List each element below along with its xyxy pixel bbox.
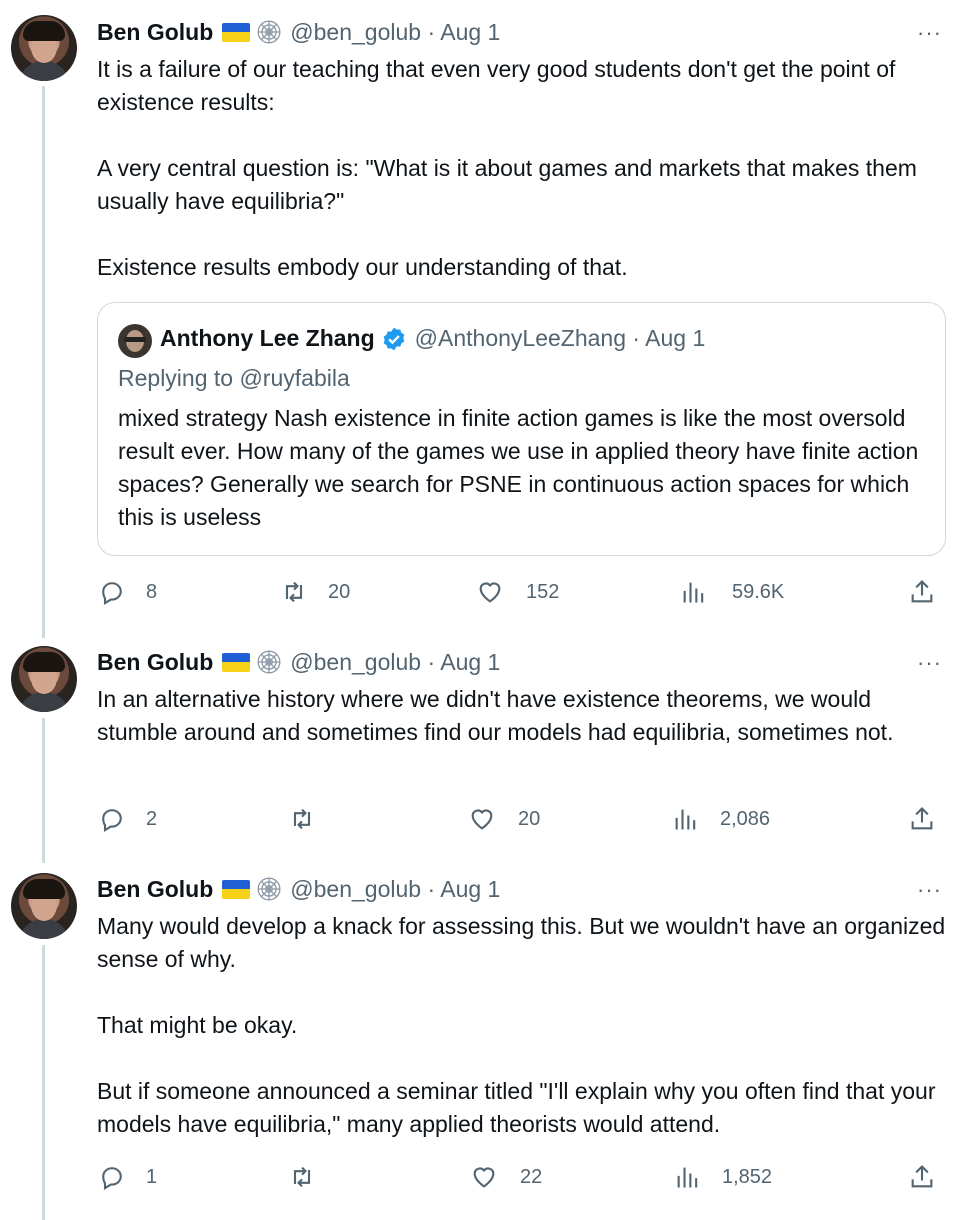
like-count: 152 [526, 580, 560, 603]
like-button[interactable]: 152 [476, 575, 559, 609]
avatar[interactable] [11, 15, 77, 81]
tweet-header: Ben Golub @ben_golub · Aug 1 [97, 647, 500, 677]
quoted-tweet[interactable]: Anthony Lee Zhang @AnthonyLeeZhang · Aug… [97, 302, 946, 556]
like-button[interactable]: 22 [470, 1160, 542, 1194]
like-count: 22 [520, 1165, 543, 1188]
retweet-button[interactable]: 20 [280, 575, 350, 609]
ukraine-flag-icon [222, 22, 251, 42]
spiderweb-icon [257, 877, 281, 901]
more-options-icon[interactable]: ··· [917, 650, 942, 676]
reply-count: 8 [146, 580, 158, 603]
quoted-handle-date: @AnthonyLeeZhang · Aug 1 [414, 325, 706, 351]
retweet-icon [293, 1166, 311, 1188]
tweet-actions: 8 20 152 59.6K [0, 575, 964, 609]
views-count: 59.6K [732, 580, 785, 603]
spiderweb-icon [257, 20, 281, 44]
like-count: 20 [518, 807, 541, 830]
author-name[interactable]: Ben Golub [97, 19, 213, 46]
tweet-paragraph: A very central question is: "What is it … [97, 155, 917, 214]
like-button[interactable]: 20 [468, 802, 540, 836]
retweet-button[interactable] [288, 1160, 334, 1194]
quoted-header: Anthony Lee Zhang @AnthonyLeeZhang · Aug… [160, 325, 705, 352]
tweet-actions: 2 20 2,086 [0, 802, 964, 836]
verified-badge-icon [383, 327, 404, 350]
tweet-paragraph: In an alternative history where we didn'… [97, 686, 894, 745]
reply-icon [102, 1167, 122, 1190]
tweet-paragraph: That might be okay. [97, 1012, 298, 1038]
views-count: 1,852 [722, 1165, 773, 1188]
retweet-button[interactable] [288, 802, 334, 836]
ukraine-flag-icon [222, 652, 251, 672]
retweet-icon [285, 581, 303, 603]
reply-icon [102, 582, 122, 605]
reply-button[interactable]: 1 [98, 1160, 157, 1194]
quoted-text: mixed strategy Nash existence in finite … [118, 405, 919, 530]
heart-icon [473, 1167, 495, 1188]
share-button[interactable] [908, 575, 936, 609]
reply-count: 1 [146, 1165, 158, 1188]
avatar[interactable] [11, 646, 77, 712]
quoted-avatar [118, 324, 152, 358]
views-icon [683, 582, 704, 603]
heart-icon [479, 582, 501, 603]
quoted-author-name: Anthony Lee Zhang [160, 325, 375, 351]
tweet-header: Ben Golub @ben_golub · Aug 1 [97, 874, 500, 904]
tweet-text: It is a failure of our teaching that eve… [97, 53, 952, 284]
avatar[interactable] [11, 873, 77, 939]
heart-icon [471, 809, 493, 830]
author-name[interactable]: Ben Golub [97, 876, 213, 903]
views-button[interactable]: 2,086 [672, 802, 770, 836]
tweet-text: Many would develop a knack for assessing… [97, 910, 952, 1141]
tweet-paragraph: Existence results embody our understandi… [97, 254, 628, 280]
tweet-paragraph: But if someone announced a seminar title… [97, 1078, 936, 1137]
retweet-icon [293, 808, 311, 830]
reply-button[interactable]: 8 [98, 575, 157, 609]
replying-to[interactable]: Replying to @ruyfabila [118, 365, 350, 392]
views-button[interactable]: 59.6K [680, 575, 784, 609]
spiderweb-icon [257, 650, 281, 674]
views-icon [677, 1167, 698, 1188]
more-options-icon[interactable]: ··· [917, 877, 942, 903]
tweet-paragraph: Many would develop a knack for assessing… [97, 913, 946, 972]
tweet[interactable]: Ben Golub @ben_golub · Aug 1 ··· It is a… [0, 0, 964, 640]
reply-count: 2 [146, 807, 158, 830]
author-handle-date[interactable]: @ben_golub · Aug 1 [290, 649, 500, 676]
tweet[interactable]: Ben Golub @ben_golub · Aug 1 ··· Many wo… [0, 868, 964, 1220]
tweet-header: Ben Golub @ben_golub · Aug 1 [97, 17, 500, 47]
tweet-paragraph: It is a failure of our teaching that eve… [97, 56, 896, 115]
reply-button[interactable]: 2 [98, 802, 157, 836]
author-handle-date[interactable]: @ben_golub · Aug 1 [290, 19, 500, 46]
share-button[interactable] [908, 802, 936, 836]
author-name[interactable]: Ben Golub [97, 649, 213, 676]
views-icon [675, 809, 696, 830]
tweet-actions: 1 22 1,852 [0, 1160, 964, 1194]
share-icon [911, 1165, 933, 1188]
views-button[interactable]: 1,852 [674, 1160, 772, 1194]
share-icon [911, 580, 933, 603]
ukraine-flag-icon [222, 879, 251, 899]
author-handle-date[interactable]: @ben_golub · Aug 1 [290, 876, 500, 903]
tweet[interactable]: Ben Golub @ben_golub · Aug 1 ··· In an a… [0, 640, 964, 868]
tweet-text: In an alternative history where we didn'… [97, 683, 952, 749]
retweet-count: 20 [328, 580, 351, 603]
share-button[interactable] [908, 1160, 936, 1194]
more-options-icon[interactable]: ··· [917, 20, 942, 46]
reply-icon [102, 809, 122, 832]
share-icon [911, 807, 933, 830]
views-count: 2,086 [720, 807, 771, 830]
